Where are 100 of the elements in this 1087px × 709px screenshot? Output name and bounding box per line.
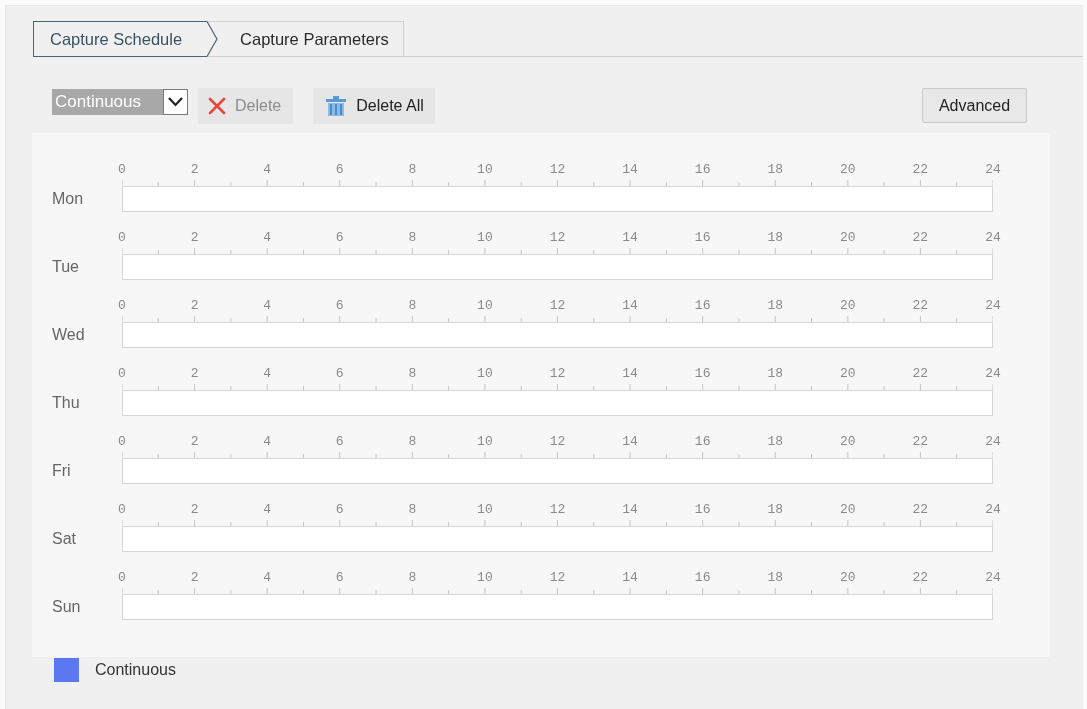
hour-label: 20 (840, 502, 856, 518)
hour-label: 12 (549, 162, 566, 178)
hour-label: 14 (622, 502, 638, 518)
timeline-track[interactable] (122, 526, 993, 552)
hour-label: 2 (190, 502, 199, 518)
hour-label: 10 (477, 230, 493, 246)
hour-label: 0 (118, 162, 126, 178)
timeline-track[interactable] (122, 390, 993, 416)
hour-label: 4 (263, 298, 272, 314)
hour-label: 20 (840, 230, 856, 246)
timeline-track[interactable] (122, 186, 993, 212)
hour-label: 10 (477, 366, 493, 382)
hour-label: 18 (767, 570, 783, 586)
hour-label: 18 (767, 434, 783, 450)
hour-label: 4 (263, 434, 272, 450)
hour-label: 24 (985, 434, 1001, 450)
hour-label: 2 (190, 570, 199, 586)
hour-label: 10 (477, 502, 493, 518)
hour-label: 8 (408, 570, 417, 586)
hour-label: 4 (263, 162, 272, 178)
hour-label: 16 (694, 434, 711, 450)
hour-label: 16 (694, 366, 711, 382)
hour-label: 0 (118, 366, 126, 382)
hour-label: 14 (622, 162, 638, 178)
timeline-track[interactable] (122, 254, 993, 280)
hour-label: 0 (118, 502, 126, 518)
hour-label: 6 (335, 298, 344, 314)
hour-label: 24 (985, 162, 1001, 178)
hour-label: 14 (622, 434, 638, 450)
close-icon (208, 97, 226, 115)
trash-icon (326, 96, 347, 116)
hour-label: 10 (477, 298, 493, 314)
hour-label: 20 (840, 434, 856, 450)
day-label: Tue (52, 258, 79, 276)
day-label: Wed (52, 326, 85, 344)
hour-label: 2 (190, 230, 199, 246)
hour-label: 0 (118, 434, 126, 450)
hour-label: 22 (912, 434, 929, 450)
hour-label: 10 (477, 434, 493, 450)
delete-all-button[interactable]: Delete All (313, 88, 435, 124)
hour-label: 6 (335, 230, 344, 246)
hour-label: 14 (622, 570, 638, 586)
hour-label: 6 (335, 162, 344, 178)
hour-label: 18 (767, 502, 783, 518)
hour-label: 14 (622, 230, 638, 246)
day-label: Thu (52, 394, 80, 412)
hour-label: 18 (767, 298, 783, 314)
hour-label: 22 (912, 230, 929, 246)
hour-label: 10 (477, 162, 493, 178)
hour-label: 8 (408, 502, 417, 518)
legend-label: Continuous (95, 661, 176, 679)
tab[interactable]: Capture Schedule (33, 21, 219, 57)
hour-label: 4 (263, 570, 272, 586)
hour-label: 12 (549, 366, 566, 382)
hour-label: 4 (263, 366, 272, 382)
hour-label: 24 (985, 570, 1001, 586)
day-label: Sat (52, 530, 76, 548)
timeline-track[interactable] (122, 458, 993, 484)
day-label: Sun (52, 598, 81, 616)
hour-label: 8 (408, 230, 417, 246)
hour-label: 0 (118, 570, 126, 586)
hour-label: 14 (622, 366, 638, 382)
hour-label: 12 (549, 502, 566, 518)
hour-label: 22 (912, 162, 929, 178)
hour-label: 12 (549, 434, 566, 450)
hour-label: 24 (985, 502, 1001, 518)
timeline-track[interactable] (122, 322, 993, 348)
hour-label: 10 (477, 570, 493, 586)
hour-label: 4 (263, 230, 272, 246)
hour-label: 22 (912, 570, 929, 586)
hour-label: 24 (985, 230, 1001, 246)
hour-label: 8 (408, 434, 417, 450)
hour-label: 2 (190, 298, 199, 314)
tab[interactable]: Capture Parameters (218, 21, 404, 57)
hour-label: 24 (985, 298, 1001, 314)
hour-label: 22 (912, 298, 929, 314)
hour-label: 20 (840, 570, 856, 586)
caret-icon (163, 89, 188, 115)
advanced-button[interactable]: Advanced (922, 88, 1027, 123)
hour-label: 16 (694, 570, 711, 586)
hour-label: 2 (190, 434, 199, 450)
hour-label: 2 (190, 162, 199, 178)
hour-label: 6 (335, 434, 344, 450)
hour-label: 6 (335, 570, 344, 586)
hour-label: 16 (694, 502, 711, 518)
hour-label: 18 (767, 366, 783, 382)
hour-label: 12 (549, 570, 566, 586)
hour-label: 16 (694, 230, 711, 246)
hour-label: 16 (694, 162, 711, 178)
hour-label: 6 (335, 366, 344, 382)
hour-label: 8 (408, 162, 417, 178)
hour-label: 12 (549, 230, 566, 246)
hour-label: 2 (190, 366, 199, 382)
timeline-track[interactable] (122, 594, 993, 620)
hour-label: 16 (694, 298, 711, 314)
hour-label: 24 (985, 366, 1001, 382)
day-label: Mon (52, 190, 84, 208)
hour-label: 4 (263, 502, 272, 518)
hour-label: 8 (408, 366, 417, 382)
hour-label: 14 (622, 298, 638, 314)
